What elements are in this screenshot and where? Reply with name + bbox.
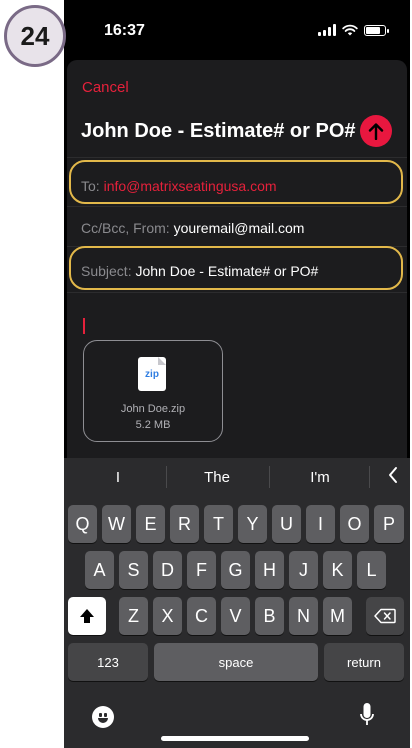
key-a[interactable]: A xyxy=(85,551,114,589)
key-h[interactable]: H xyxy=(255,551,284,589)
send-button[interactable] xyxy=(360,115,392,147)
chevron-left-icon[interactable] xyxy=(388,466,398,484)
suggestion-item[interactable]: I xyxy=(68,469,168,486)
subject-field[interactable]: Subject: John Doe - Estimate# or PO# xyxy=(81,263,318,279)
status-icons xyxy=(318,24,389,36)
status-bar: 16:37 xyxy=(64,0,410,56)
arrow-up-icon xyxy=(368,123,384,140)
key-f[interactable]: F xyxy=(187,551,216,589)
key-k[interactable]: K xyxy=(323,551,352,589)
key-j[interactable]: J xyxy=(289,551,318,589)
cc-bcc-from-label: Cc/Bcc, From: xyxy=(81,220,170,236)
zip-attachment[interactable]: zip John Doe.zip 5.2 MB xyxy=(83,340,223,442)
step-number-badge: 24 xyxy=(4,5,66,67)
key-t[interactable]: T xyxy=(204,505,233,543)
divider xyxy=(369,466,370,488)
shift-key[interactable] xyxy=(68,597,106,635)
shift-icon xyxy=(80,609,94,623)
from-address[interactable]: youremail@mail.com xyxy=(174,220,305,236)
delete-key[interactable] xyxy=(366,597,404,635)
divider xyxy=(67,292,407,293)
attachment-size: 5.2 MB xyxy=(135,419,171,431)
suggestion-item[interactable]: I'm xyxy=(270,469,370,486)
phone-screen: 16:37 Cancel John Doe - Estimate# or PO#… xyxy=(64,0,410,748)
subject-value[interactable]: John Doe - Estimate# or PO# xyxy=(135,263,318,279)
subject-label: Subject: xyxy=(81,263,132,279)
numbers-key[interactable]: 123 xyxy=(68,643,148,681)
mail-compose-sheet: Cancel John Doe - Estimate# or PO# To: i… xyxy=(67,60,407,460)
key-c[interactable]: C xyxy=(187,597,216,635)
key-v[interactable]: V xyxy=(221,597,250,635)
key-q[interactable]: Q xyxy=(68,505,97,543)
key-i[interactable]: I xyxy=(306,505,335,543)
battery-icon xyxy=(364,24,389,36)
cancel-button[interactable]: Cancel xyxy=(82,79,129,96)
to-label: To: xyxy=(81,178,100,194)
suggestion-item[interactable]: The xyxy=(167,469,267,486)
microphone-icon[interactable] xyxy=(360,702,374,730)
key-d[interactable]: D xyxy=(153,551,182,589)
key-y[interactable]: Y xyxy=(238,505,267,543)
space-key[interactable]: space xyxy=(154,643,318,681)
key-z[interactable]: Z xyxy=(119,597,148,635)
to-recipient[interactable]: info@matrixseatingusa.com xyxy=(104,178,277,194)
zip-file-icon: zip xyxy=(138,357,166,391)
attachment-name: John Doe.zip xyxy=(120,403,186,415)
text-cursor xyxy=(83,318,85,334)
key-n[interactable]: N xyxy=(289,597,318,635)
key-b[interactable]: B xyxy=(255,597,284,635)
home-indicator xyxy=(161,736,309,741)
emoji-icon[interactable] xyxy=(92,706,114,728)
key-o[interactable]: O xyxy=(340,505,369,543)
key-u[interactable]: U xyxy=(272,505,301,543)
return-key[interactable]: return xyxy=(324,643,404,681)
divider xyxy=(67,157,407,158)
backspace-icon xyxy=(374,608,396,624)
key-e[interactable]: E xyxy=(136,505,165,543)
key-p[interactable]: P xyxy=(374,505,404,543)
keyboard: I The I'm Q W E R T Y U I O P A S D F G … xyxy=(64,458,410,748)
key-m[interactable]: M xyxy=(323,597,352,635)
cc-bcc-from-field[interactable]: Cc/Bcc, From: youremail@mail.com xyxy=(81,220,304,236)
key-l[interactable]: L xyxy=(357,551,386,589)
key-g[interactable]: G xyxy=(221,551,250,589)
predictive-suggestions: I The I'm xyxy=(64,458,410,496)
key-s[interactable]: S xyxy=(119,551,148,589)
divider xyxy=(67,206,407,207)
key-x[interactable]: X xyxy=(153,597,182,635)
compose-title: John Doe - Estimate# or PO# xyxy=(81,120,356,142)
key-r[interactable]: R xyxy=(170,505,199,543)
key-w[interactable]: W xyxy=(102,505,131,543)
status-time: 16:37 xyxy=(104,22,145,39)
wifi-icon xyxy=(342,24,358,36)
signal-icon xyxy=(318,24,336,36)
to-field[interactable]: To: info@matrixseatingusa.com xyxy=(81,178,277,194)
